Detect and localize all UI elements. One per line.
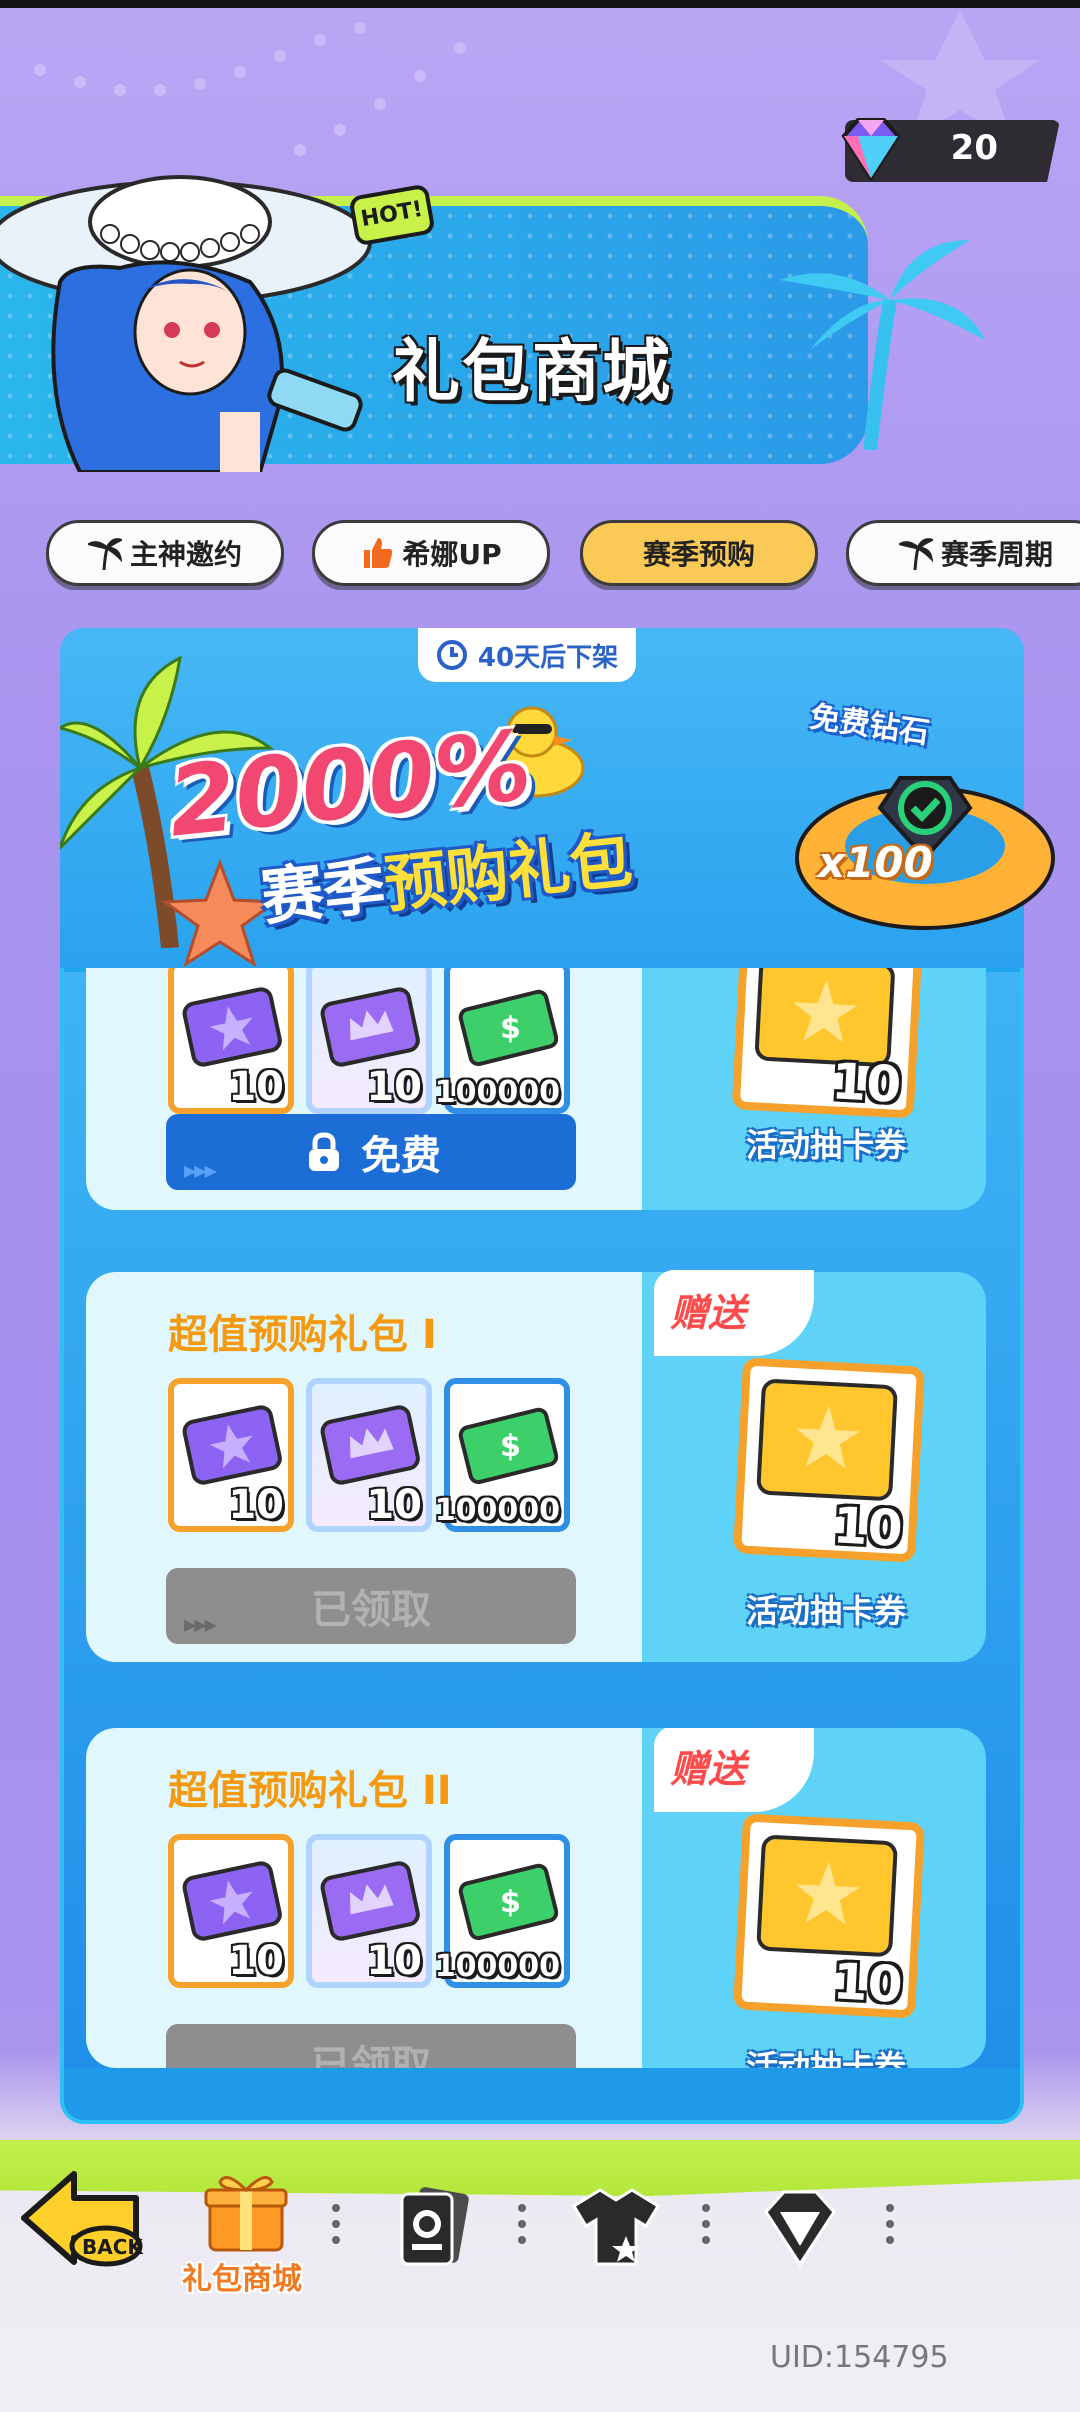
cash-icon: $	[458, 1863, 558, 1941]
category-tabs: 主神邀约 希娜UP 赛季预购 赛季周期	[0, 520, 1080, 590]
tab-xina-up[interactable]: 希娜UP	[312, 520, 550, 586]
event-draw-ticket[interactable]: 10	[732, 1357, 926, 1563]
purple-ticket-item[interactable]: 10	[168, 968, 294, 1114]
ticket-label: 活动抽卡券	[746, 1592, 907, 1630]
gem-count: 20	[950, 128, 998, 168]
free-gem-qty: x100	[818, 838, 933, 887]
tab-season-cycle[interactable]: 赛季周期	[846, 520, 1080, 586]
separator-dots	[886, 2204, 894, 2244]
diamond-icon	[841, 118, 901, 182]
deadline-text: 40天后下架	[477, 642, 619, 673]
pack-title: 超值预购礼包 II	[168, 1768, 452, 1814]
free-claim-button[interactable]: ▶▶▶ 免费	[166, 1114, 576, 1190]
clock-icon	[436, 640, 467, 670]
svg-text:$: $	[500, 1429, 521, 1464]
lock-icon	[309, 1132, 339, 1171]
crown-ticket-icon	[320, 987, 420, 1067]
tab-label: 希娜UP	[402, 538, 502, 571]
purple-ticket-item[interactable]: 10	[168, 1378, 294, 1532]
tab-label: 赛季周期	[940, 538, 1053, 571]
claimed-button[interactable]: ▶▶▶ 已领取	[166, 1568, 576, 1644]
svg-text:BACK: BACK	[82, 2235, 144, 2259]
outfit-icon[interactable]	[570, 2184, 662, 2270]
svg-text:$: $	[500, 1011, 521, 1046]
crown-ticket-icon	[320, 1861, 420, 1941]
cash-item[interactable]: $ 100000	[435, 968, 570, 1114]
cash-icon: $	[458, 1407, 558, 1485]
purple-ticket-item[interactable]: 10	[168, 1834, 294, 1988]
purple-ticket-icon	[182, 1861, 282, 1941]
purple-ticket-icon	[182, 1405, 282, 1485]
pack-card-1: 赠送 超值预购礼包 I 10 10 $ 100000 ▶▶▶ 已领取 10 活动…	[86, 1270, 986, 1662]
pack-title: 超值预购礼包 I	[168, 1312, 437, 1358]
gift-label: 赠送	[670, 1747, 747, 1791]
tab-label: 主神邀约	[129, 538, 242, 571]
separator-dots	[332, 2204, 340, 2244]
thumbs-up-icon	[364, 538, 393, 568]
card-deck-icon[interactable]	[390, 2184, 476, 2270]
crown-ticket-icon	[320, 1405, 420, 1485]
crown-ticket-item[interactable]: 10	[306, 1378, 432, 1532]
ticket-label: 活动抽卡券	[746, 1126, 907, 1164]
cash-item[interactable]: $ 100000	[435, 1378, 570, 1532]
separator-dots	[518, 2204, 526, 2244]
back-arrow-icon[interactable]: BACK	[14, 2166, 146, 2272]
purple-ticket-icon	[182, 987, 282, 1067]
tab-label: 赛季预购	[642, 538, 755, 571]
gold-ticket-icon	[756, 1835, 898, 1957]
cash-icon: $	[458, 989, 558, 1067]
nav-gift-shop-label[interactable]: 礼包商城	[182, 2254, 302, 2298]
tab-season-presale[interactable]: 赛季预购	[580, 520, 818, 586]
diamond-shop-icon[interactable]	[754, 2184, 846, 2270]
gift-label: 赠送	[670, 1291, 747, 1335]
gold-ticket-icon	[756, 1379, 898, 1501]
tab-zhushen-invite[interactable]: 主神邀约	[46, 520, 284, 586]
cash-item[interactable]: $ 100000	[435, 1834, 570, 1988]
nav-green-strip	[0, 2140, 1080, 2196]
palm-icon	[87, 538, 122, 570]
user-id: UID:154795	[770, 2340, 949, 2375]
palm-icon	[898, 538, 933, 570]
event-draw-ticket[interactable]: 10	[732, 1813, 926, 2019]
crown-ticket-item[interactable]: 10	[306, 968, 432, 1114]
crown-ticket-item[interactable]: 10	[306, 1834, 432, 1988]
palm-tree-icon	[780, 240, 985, 450]
separator-dots	[702, 2204, 710, 2244]
deadline-badge: 40天后下架	[418, 628, 636, 682]
gift-box-icon[interactable]	[202, 2168, 290, 2254]
banner-title: 礼包商城	[392, 333, 673, 412]
svg-text:$: $	[500, 1885, 521, 1920]
pack-card-2: 赠送 超值预购礼包 II 10 10 $ 100000 已领取 10 活动抽卡券	[86, 1728, 986, 2068]
panel-bottom-edge	[64, 2068, 1020, 2120]
